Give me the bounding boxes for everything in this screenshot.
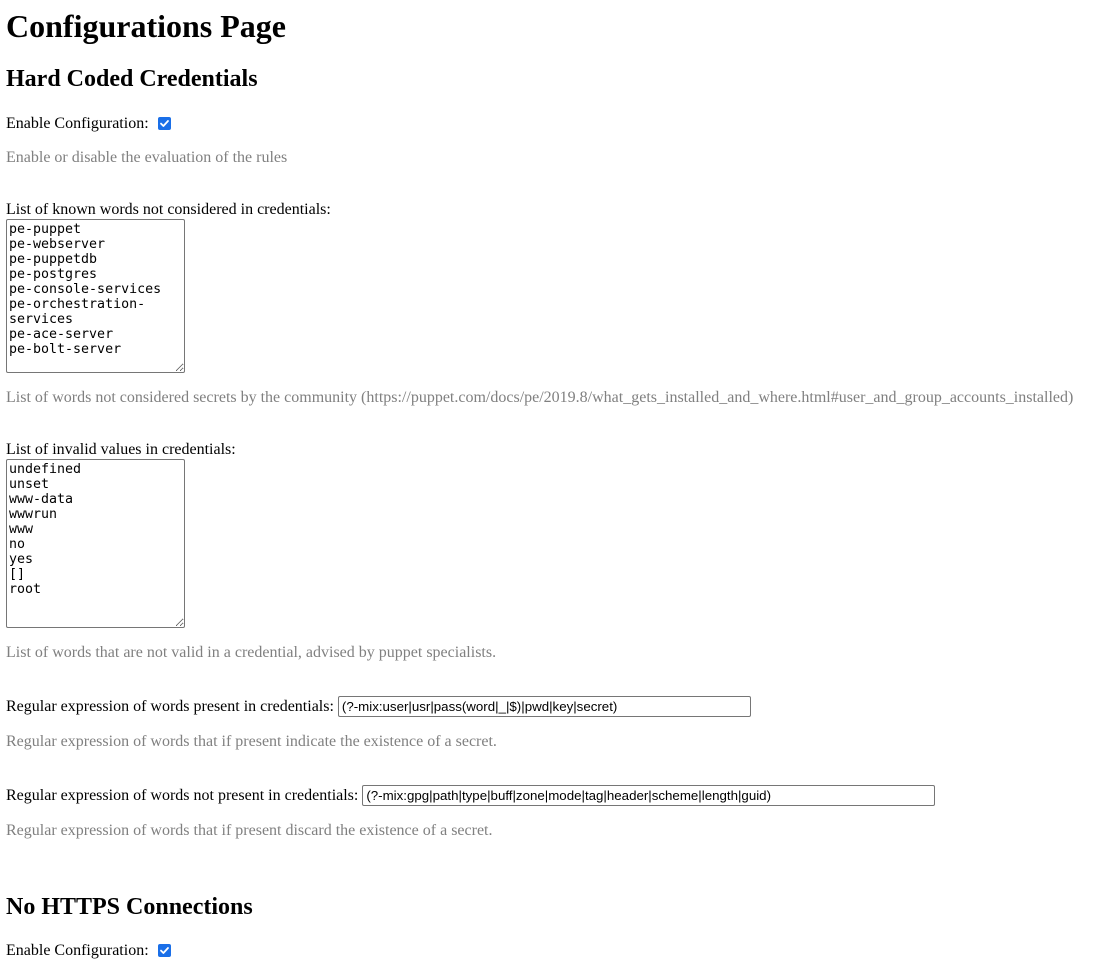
regex-present-label: Regular expression of words present in c… (6, 698, 334, 715)
section-heading-no-https-connections: No HTTPS Connections (6, 894, 253, 920)
page-title: Configurations Page (6, 8, 286, 44)
enable-configuration-checkbox-2[interactable] (157, 944, 171, 957)
invalid-values-description: List of words that are not valid in a cr… (6, 644, 497, 661)
regex-absent-row: Regular expression of words not present … (6, 785, 936, 806)
known-words-label: List of known words not considered in cr… (6, 201, 331, 218)
regex-absent-description: Regular expression of words that if pres… (6, 822, 493, 839)
section-heading-hard-coded-credentials: Hard Coded Credentials (6, 66, 258, 92)
regex-absent-label: Regular expression of words not present … (6, 787, 359, 804)
known-words-textarea[interactable]: pe-puppet pe-webserver pe-puppetdb pe-po… (6, 219, 185, 373)
enable-configuration-label: Enable Configuration: (6, 115, 149, 132)
checkmark-icon (159, 947, 169, 954)
regex-absent-input[interactable] (362, 785, 936, 806)
enable-configuration-description: Enable or disable the evaluation of the … (6, 149, 288, 166)
checkmark-icon (159, 120, 169, 127)
enable-configuration-label-2: Enable Configuration: (6, 942, 149, 959)
invalid-values-label: List of invalid values in credentials: (6, 441, 236, 458)
known-words-description: List of words not considered secrets by … (6, 389, 1074, 406)
enable-configuration-row-2: Enable Configuration: (6, 941, 171, 959)
regex-present-input[interactable] (337, 696, 751, 717)
regex-present-row: Regular expression of words present in c… (6, 696, 751, 717)
enable-configuration-checkbox[interactable] (157, 117, 171, 130)
enable-configuration-row: Enable Configuration: (6, 114, 171, 133)
invalid-values-textarea[interactable]: undefined unset www-data wwwrun www no y… (6, 459, 185, 628)
regex-present-description: Regular expression of words that if pres… (6, 733, 497, 750)
